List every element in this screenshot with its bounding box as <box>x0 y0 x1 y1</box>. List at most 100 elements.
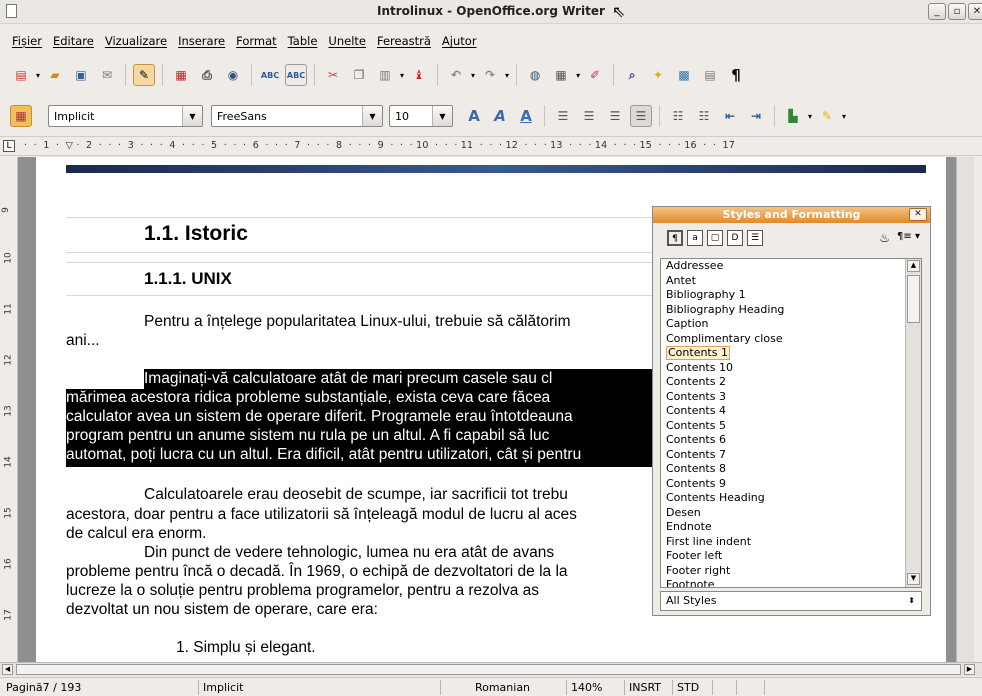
vertical-scrollbar[interactable] <box>956 157 974 662</box>
style-item[interactable]: Contents 8 <box>661 462 921 477</box>
clone-formatting-icon[interactable]: ♝ <box>408 64 430 86</box>
menu-table[interactable]: Table <box>288 34 318 54</box>
panel-close-button[interactable]: ✕ <box>909 208 927 221</box>
decrease-indent-icon[interactable]: ⇤ <box>719 105 741 127</box>
scroll-right-icon[interactable]: ▶ <box>964 664 975 675</box>
menu-view[interactable]: Vizualizare <box>105 34 167 54</box>
underline-icon[interactable]: A <box>515 105 537 127</box>
scroll-down-icon[interactable]: ▼ <box>907 573 920 585</box>
paste-icon[interactable]: ▥ <box>374 64 396 86</box>
page-styles-icon[interactable]: D <box>727 230 743 246</box>
increase-indent-icon[interactable]: ⇥ <box>745 105 767 127</box>
find-replace-icon[interactable]: ⌕ <box>621 64 643 86</box>
menu-window[interactable]: Fereastră <box>377 34 431 54</box>
justify-icon[interactable]: ☰ <box>630 105 652 127</box>
style-item[interactable]: Contents 5 <box>661 419 921 434</box>
panel-title-bar[interactable]: Styles and Formatting ✕ <box>653 207 930 223</box>
selected-text-line[interactable]: Imaginați-vă calculatoare atât de mari p… <box>144 370 552 388</box>
menu-format[interactable]: Format <box>236 34 277 54</box>
paragraph-line[interactable]: lucreze la o soluție pentru problema pro… <box>66 582 539 600</box>
align-center-icon[interactable]: ☰ <box>578 105 600 127</box>
style-item[interactable]: First line indent <box>661 535 921 550</box>
list-item[interactable]: 1. Simplu și elegant. <box>176 639 316 657</box>
print-icon[interactable]: ⎙ <box>196 64 218 86</box>
style-item[interactable]: Bibliography 1 <box>661 288 921 303</box>
show-draw-functions-icon[interactable]: ✐ <box>584 64 606 86</box>
list-styles-icon[interactable]: ☰ <box>747 230 763 246</box>
bullets-icon[interactable]: ☷ <box>693 105 715 127</box>
paragraph-line[interactable]: acestora, doar pentru a face utilizatori… <box>66 506 577 524</box>
character-styles-icon[interactable]: a <box>687 230 703 246</box>
horizontal-scroll-thumb[interactable] <box>16 664 961 675</box>
style-item[interactable]: Footnote <box>661 578 921 587</box>
scroll-left-icon[interactable]: ◀ <box>2 664 13 675</box>
style-filter-select[interactable]: All Styles ⬍ <box>660 591 922 611</box>
print-preview-icon[interactable]: ◉ <box>222 64 244 86</box>
paragraph-line[interactable]: Pentru a înțelege popularitatea Linux-ul… <box>144 313 571 331</box>
heading-1[interactable]: 1.1. Istoric <box>144 222 248 246</box>
style-item[interactable]: Contents 3 <box>661 390 921 405</box>
paragraph-styles-icon[interactable]: ¶ <box>667 230 683 246</box>
autospellcheck-icon[interactable]: ABC <box>285 64 308 86</box>
style-item[interactable]: Addressee <box>661 259 921 274</box>
selected-text-line[interactable]: mărimea acestora ridica probleme substan… <box>66 389 550 407</box>
font-color-icon[interactable]: ▙ <box>782 105 804 127</box>
frame-styles-icon[interactable]: ▢ <box>707 230 723 246</box>
menu-insert[interactable]: Inserare <box>178 34 225 54</box>
gallery-icon[interactable]: ▩ <box>673 64 695 86</box>
selected-text-line[interactable]: program pentru un anume sistem nu rula p… <box>66 427 549 445</box>
selected-text-line[interactable]: calculator avea un sistem de operare dif… <box>66 408 573 426</box>
edit-file-icon[interactable]: ✎ <box>133 64 156 86</box>
paragraph-line[interactable]: Din punct de vedere tehnologic, lumea nu… <box>144 544 554 562</box>
tab-stop-icon[interactable]: L <box>3 140 15 152</box>
selection-mode-indicator[interactable]: STD <box>672 680 699 695</box>
menu-tools[interactable]: Unelte <box>328 34 366 54</box>
style-item[interactable]: Antet <box>661 274 921 289</box>
new-document-icon[interactable]: ▤ <box>10 64 32 86</box>
maximize-button[interactable]: ▫ <box>948 3 966 20</box>
menu-help[interactable]: Ajutor <box>442 34 477 54</box>
style-item[interactable]: Footer right <box>661 564 921 579</box>
align-right-icon[interactable]: ☰ <box>604 105 626 127</box>
horizontal-scrollbar[interactable]: ◀ ▶ <box>0 662 982 676</box>
style-item[interactable]: Complimentary close <box>661 332 921 347</box>
selected-text-line[interactable]: automat, poți lucra cu un altul. Era dif… <box>66 446 581 464</box>
copy-icon[interactable]: ❐ <box>348 64 370 86</box>
style-item[interactable]: Endnote <box>661 520 921 535</box>
horizontal-ruler[interactable]: L · · 1 · ▽ · 2 · · · 3 · · · 4 · · · 5 … <box>0 136 982 156</box>
table-icon[interactable]: ▦ <box>550 64 572 86</box>
heading-2[interactable]: 1.1.1. UNIX <box>144 269 232 289</box>
open-folder-icon[interactable]: ▰ <box>44 64 66 86</box>
style-item[interactable]: Contents 9 <box>661 477 921 492</box>
style-item[interactable]: Contents Heading <box>661 491 921 506</box>
cut-icon[interactable]: ✂ <box>322 64 344 86</box>
data-sources-icon[interactable]: ▤ <box>699 64 721 86</box>
style-item[interactable]: Contents 2 <box>661 375 921 390</box>
styles-list[interactable]: Addressee Antet Bibliography 1 Bibliogra… <box>660 258 922 588</box>
style-item[interactable]: Contents 6 <box>661 433 921 448</box>
bold-icon[interactable]: A <box>463 105 485 127</box>
language-indicator[interactable]: Romanian <box>440 680 564 695</box>
close-button[interactable]: ✕ <box>968 3 982 20</box>
scroll-thumb[interactable] <box>907 275 920 323</box>
align-left-icon[interactable]: ☰ <box>552 105 574 127</box>
paragraph-line[interactable]: Calculatoarele erau deosebit de scumpe, … <box>144 486 568 504</box>
style-item[interactable]: Caption <box>661 317 921 332</box>
styles-list-scrollbar[interactable]: ▲ ▼ <box>905 259 921 587</box>
style-item[interactable]: Contents 4 <box>661 404 921 419</box>
paragraph-line[interactable]: dezvoltat un nou sistem de operare, care… <box>66 601 378 619</box>
numbering-icon[interactable]: ☷ <box>667 105 689 127</box>
fill-format-icon[interactable]: ♨ <box>879 231 890 245</box>
page-indicator[interactable]: Pagină7 / 193 <box>2 680 81 695</box>
page-style-indicator[interactable]: Implicit <box>198 680 438 695</box>
font-name-select[interactable]: FreeSans ▼ <box>211 105 383 127</box>
style-item[interactable]: Contents 7 <box>661 448 921 463</box>
formatting-marks-icon[interactable]: ¶ <box>725 64 747 86</box>
navigator-icon[interactable]: ✦ <box>647 64 669 86</box>
italic-icon[interactable]: A <box>489 105 511 127</box>
minimize-button[interactable]: _ <box>928 3 946 20</box>
menu-file[interactable]: Fișier <box>12 34 42 54</box>
insert-mode-indicator[interactable]: INSRT <box>624 680 661 695</box>
styles-formatting-icon[interactable]: ▦ <box>10 105 32 127</box>
style-item-selected[interactable]: Contents 1 <box>661 346 921 361</box>
